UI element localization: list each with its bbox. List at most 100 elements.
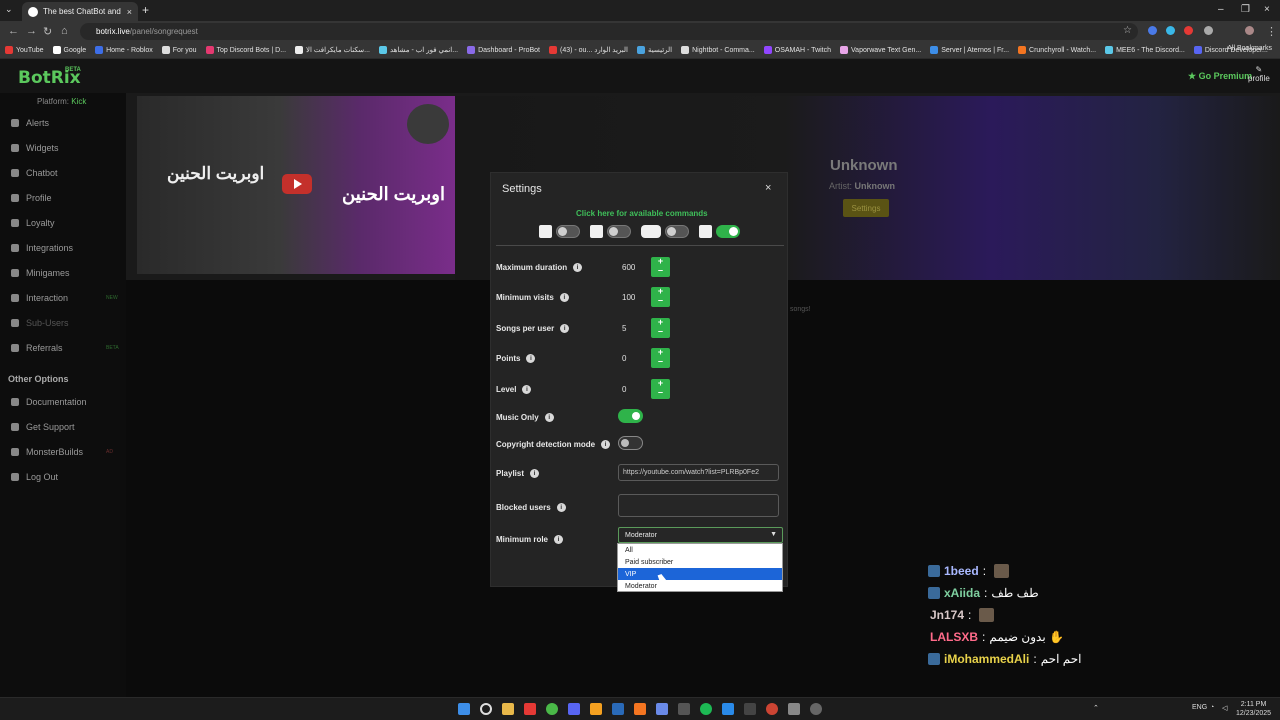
sidebar-item-referrals[interactable]: Referrals bbox=[11, 343, 63, 353]
extension-icon[interactable] bbox=[1184, 26, 1193, 35]
bookmark-star-icon[interactable]: ☆ bbox=[1123, 25, 1132, 36]
forward-icon[interactable]: → bbox=[26, 25, 37, 37]
bookmark-item[interactable]: Home - Roblox bbox=[95, 46, 153, 54]
info-icon[interactable]: i bbox=[554, 535, 564, 544]
info-icon[interactable]: i bbox=[573, 263, 583, 272]
sidebar-item-get-support[interactable]: Get Support bbox=[11, 422, 75, 432]
youtube-toggle[interactable] bbox=[665, 225, 689, 238]
sidebar-item-sub-users[interactable]: Sub-Users bbox=[11, 318, 69, 328]
info-icon[interactable]: i bbox=[522, 385, 532, 394]
kick-bot-toggle[interactable] bbox=[556, 225, 580, 238]
bookmark-item[interactable]: سكنات مايكرافت الا... bbox=[295, 46, 370, 54]
bookmark-item[interactable]: MEE6 - The Discord... bbox=[1105, 46, 1185, 54]
info-icon[interactable]: i bbox=[530, 469, 540, 478]
setting-value-input[interactable]: 0 bbox=[622, 385, 626, 394]
modal-close-icon[interactable]: × bbox=[765, 182, 771, 194]
clock[interactable]: 2:11 PM 12/23/2025 bbox=[1236, 700, 1271, 718]
app-icon[interactable] bbox=[524, 703, 536, 715]
all-bookmarks-button[interactable]: All Bookmarks bbox=[1227, 45, 1272, 52]
tab-search-icon[interactable]: ⌄ bbox=[5, 4, 13, 15]
bookmark-item[interactable]: Top Discord Bots | D... bbox=[205, 46, 286, 54]
info-icon[interactable]: i bbox=[601, 440, 611, 449]
setting-value-input[interactable]: 600 bbox=[622, 263, 635, 272]
bookmark-item[interactable]: Crunchyroll - Watch... bbox=[1018, 46, 1096, 54]
wifi-icon[interactable]: ◔ bbox=[1210, 704, 1214, 711]
minimize-icon[interactable]: – bbox=[1218, 4, 1224, 15]
bookmark-item[interactable]: Server | Aternos | Fr... bbox=[930, 46, 1009, 54]
app-icon[interactable] bbox=[810, 703, 822, 715]
bookmark-item[interactable]: OSAMAH - Twitch bbox=[763, 46, 831, 54]
app-icon[interactable] bbox=[766, 703, 778, 715]
steam-icon[interactable] bbox=[612, 703, 624, 715]
sidebar-item-widgets[interactable]: Widgets bbox=[11, 143, 59, 153]
music-only-toggle[interactable] bbox=[618, 409, 643, 423]
play-icon[interactable] bbox=[282, 174, 312, 194]
go-premium-button[interactable]: ★ Go Premium bbox=[1188, 71, 1252, 82]
role-option[interactable]: Moderator bbox=[618, 580, 782, 592]
minimum-role-select[interactable]: Moderator ▼ bbox=[618, 527, 783, 543]
home-icon[interactable]: ⌂ bbox=[61, 25, 68, 37]
stepper-button[interactable]: + – bbox=[651, 379, 670, 399]
extensions-puzzle-icon[interactable] bbox=[1204, 26, 1213, 35]
url-field[interactable]: botrix.live/panel/songrequest bbox=[80, 23, 1138, 40]
stepper-button[interactable]: + – bbox=[651, 287, 670, 307]
profile-button[interactable]: ✎ profile bbox=[1248, 65, 1270, 83]
sidebar-item-log-out[interactable]: Log Out bbox=[11, 472, 58, 482]
app-icon[interactable] bbox=[656, 703, 668, 715]
sidebar-item-interaction[interactable]: Interaction bbox=[11, 293, 68, 303]
info-icon[interactable]: i bbox=[560, 324, 570, 333]
twitch-toggle[interactable] bbox=[607, 225, 631, 238]
bookmark-item[interactable]: الرئيسية bbox=[636, 46, 672, 54]
sidebar-item-integrations[interactable]: Integrations bbox=[11, 243, 73, 253]
reload-icon[interactable]: ↻ bbox=[43, 25, 52, 38]
avatar[interactable] bbox=[1245, 26, 1254, 35]
sidebar-item-monsterbuilds[interactable]: MonsterBuilds bbox=[11, 447, 83, 457]
stepper-button[interactable]: + – bbox=[651, 348, 670, 368]
sidebar-item-profile[interactable]: Profile bbox=[11, 193, 52, 203]
maximize-icon[interactable]: ❐ bbox=[1241, 4, 1250, 15]
back-icon[interactable]: ← bbox=[8, 25, 19, 37]
menu-dots-icon[interactable]: ⋮ bbox=[1266, 25, 1277, 38]
bookmark-item[interactable]: For you bbox=[161, 46, 197, 54]
bookmark-item[interactable]: YouTube bbox=[5, 46, 44, 54]
spotify-icon[interactable] bbox=[700, 703, 712, 715]
playlist-input[interactable]: https://youtube.com/watch?list=PLRBp0Fe2 bbox=[618, 464, 779, 481]
sidebar-item-loyalty[interactable]: Loyalty bbox=[11, 218, 55, 228]
stepper-button[interactable]: + – bbox=[651, 318, 670, 338]
new-tab-button[interactable]: + bbox=[142, 3, 149, 17]
info-icon[interactable]: i bbox=[526, 354, 536, 363]
bookmark-item[interactable]: Nightbot - Comma... bbox=[681, 46, 755, 54]
setting-value-input[interactable]: 5 bbox=[622, 324, 626, 333]
stepper-button[interactable]: + – bbox=[651, 257, 670, 277]
bookmark-item[interactable]: Vaporwave Text Gen... bbox=[840, 46, 921, 54]
sidebar-item-alerts[interactable]: Alerts bbox=[11, 118, 49, 128]
app-icon[interactable] bbox=[744, 703, 756, 715]
app-icon[interactable] bbox=[634, 703, 646, 715]
app-icon[interactable] bbox=[678, 703, 690, 715]
browser-tab[interactable]: The best ChatBot and Widgets × bbox=[22, 2, 138, 21]
info-icon[interactable]: i bbox=[556, 503, 566, 512]
role-option[interactable]: All bbox=[618, 544, 782, 556]
video-thumbnail[interactable]: اوبريت الحنين اوبريت الحنين bbox=[137, 96, 455, 274]
sidebar-item-documentation[interactable]: Documentation bbox=[11, 397, 87, 407]
app-icon[interactable] bbox=[788, 703, 800, 715]
available-commands-link[interactable]: Click here for available commands bbox=[576, 209, 708, 218]
start-icon[interactable] bbox=[458, 703, 470, 715]
setting-value-input[interactable]: 0 bbox=[622, 354, 626, 363]
chrome-icon[interactable] bbox=[546, 703, 558, 715]
blocked-users-input[interactable] bbox=[618, 494, 779, 517]
tray-chevron-icon[interactable]: ⌃ bbox=[1093, 704, 1099, 712]
file-explorer-icon[interactable] bbox=[502, 703, 514, 715]
copyright-toggle[interactable] bbox=[618, 436, 643, 450]
extension-icon[interactable] bbox=[1166, 26, 1175, 35]
info-icon[interactable]: i bbox=[559, 293, 569, 302]
role-option[interactable]: VIP bbox=[618, 568, 782, 580]
volume-icon[interactable]: ◁ bbox=[1222, 704, 1227, 712]
bookmark-item[interactable]: (43) - ou... البريد الوارد bbox=[548, 46, 628, 54]
settings-button[interactable]: Settings bbox=[843, 199, 889, 217]
kick-toggle[interactable] bbox=[716, 225, 740, 238]
setting-value-input[interactable]: 100 bbox=[622, 293, 635, 302]
bookmark-item[interactable]: Dashboard - ProBot bbox=[467, 46, 540, 54]
language-indicator[interactable]: ENG bbox=[1192, 704, 1207, 711]
info-icon[interactable]: i bbox=[544, 413, 554, 422]
